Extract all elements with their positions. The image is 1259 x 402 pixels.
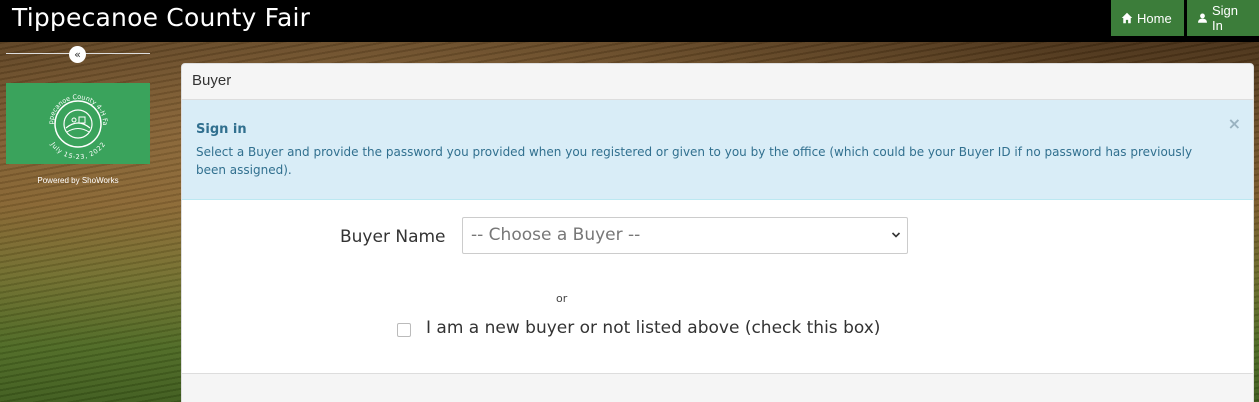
new-buyer-label[interactable]: I am a new buyer or not listed above (ch…	[426, 318, 880, 338]
panel-title: Buyer	[182, 64, 1253, 100]
sign-in-alert: Sign in Select a Buyer and provide the p…	[182, 100, 1253, 200]
brand-title[interactable]: Tippecanoe County Fair	[12, 3, 310, 32]
chevron-down-icon	[891, 232, 901, 238]
buyer-name-label: Buyer Name	[340, 227, 446, 247]
buyer-select[interactable]: -- Choose a Buyer --	[462, 217, 908, 254]
powered-by-text[interactable]: Powered by ShoWorks	[6, 176, 150, 185]
svg-text:Tippecanoe County 4-H Fair: Tippecanoe County 4-H Fair	[33, 86, 109, 126]
user-icon	[1198, 13, 1207, 23]
buyer-select-value: -- Choose a Buyer --	[471, 225, 641, 245]
home-button[interactable]: Home	[1111, 0, 1184, 36]
logo-bottom-text: July 15-23, 2022	[48, 139, 107, 160]
buyer-panel: Buyer Sign in Select a Buyer and provide…	[181, 63, 1254, 402]
double-chevron-left-icon: «	[74, 48, 81, 61]
fair-logo: Tippecanoe County 4-H Fair July 15-23, 2…	[6, 83, 150, 164]
fair-logo-seal: Tippecanoe County 4-H Fair July 15-23, 2…	[33, 86, 109, 161]
panel-footer	[182, 373, 1253, 402]
sign-in-button[interactable]: Sign In	[1187, 0, 1259, 36]
home-button-label: Home	[1137, 10, 1172, 26]
new-buyer-checkbox[interactable]	[397, 323, 411, 337]
close-icon[interactable]: ×	[1228, 114, 1241, 133]
home-icon	[1121, 12, 1133, 24]
sidebar-collapse-button[interactable]: «	[69, 46, 86, 63]
top-navbar: Tippecanoe County Fair Home Sign In	[0, 0, 1259, 42]
sign-in-button-label: Sign In	[1211, 3, 1238, 33]
alert-title: Sign in	[196, 122, 247, 137]
logo-top-text: Tippecanoe County 4-H Fair	[33, 86, 109, 126]
svg-text:July 15-23, 2022: July 15-23, 2022	[48, 139, 107, 160]
alert-message: Select a Buyer and provide the password …	[196, 145, 1193, 177]
or-separator: or	[556, 292, 568, 305]
